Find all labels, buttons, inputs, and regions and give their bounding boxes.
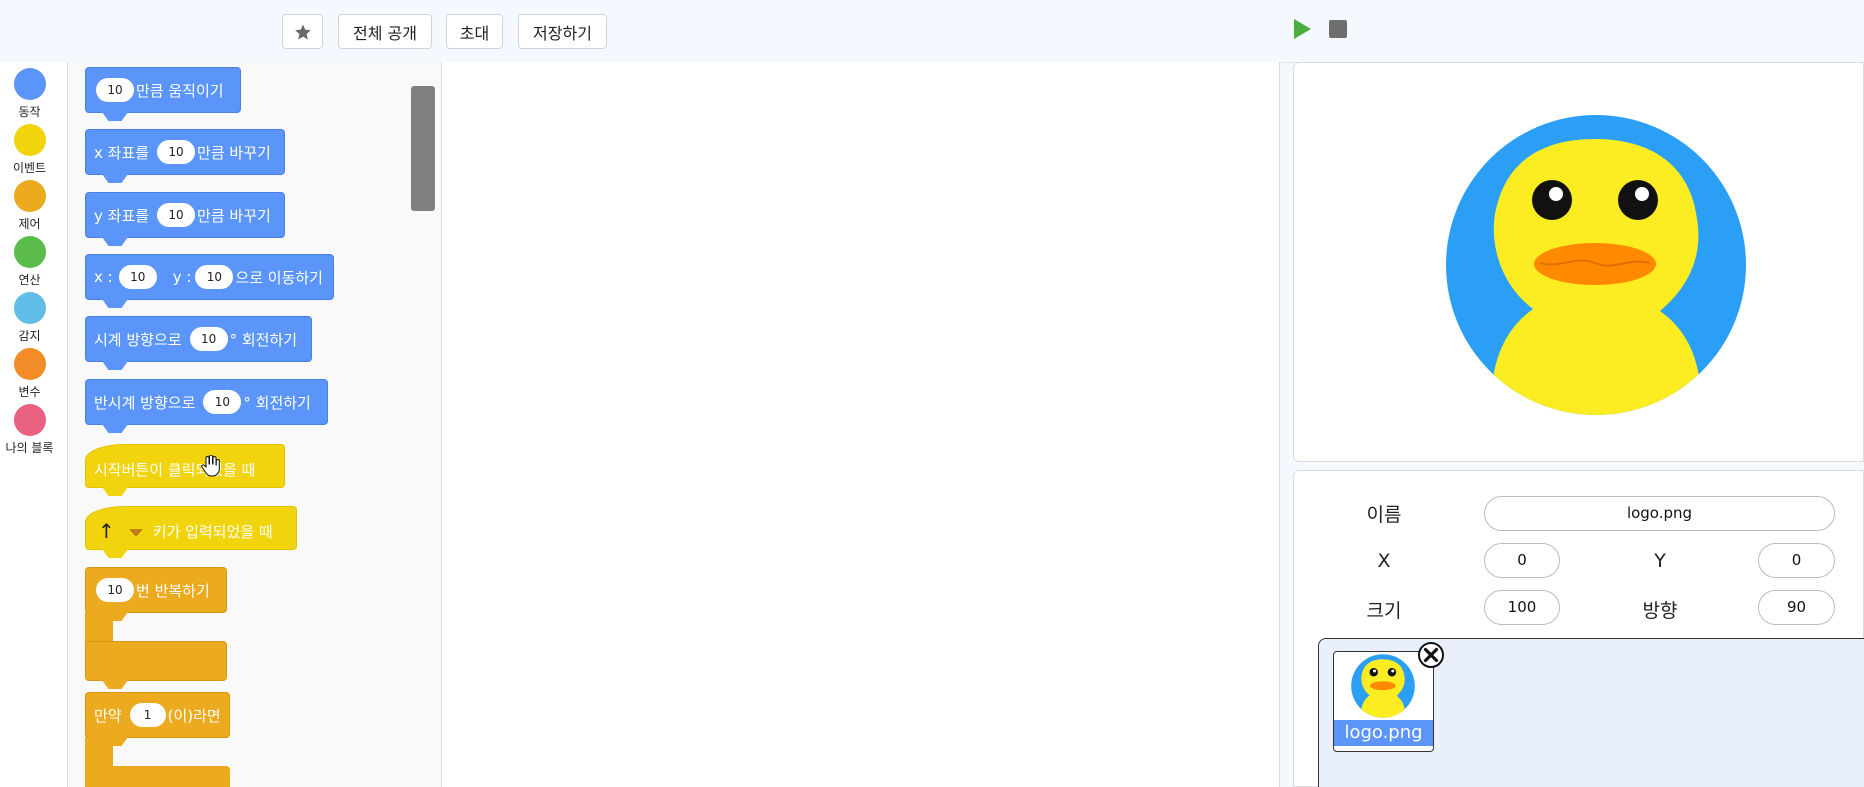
block-turn-clockwise[interactable]: 시계 방향으로 10 ° 회전하기 <box>85 316 312 362</box>
category-event[interactable]: 이벤트 <box>0 124 59 176</box>
if-block-footer <box>85 766 230 787</box>
hand-cursor-icon <box>201 455 220 477</box>
x-label: X <box>1377 550 1391 572</box>
save-button[interactable]: 저장하기 <box>518 14 607 49</box>
operator-color-dot <box>13 236 46 268</box>
stop-icon[interactable] <box>1329 20 1347 38</box>
sprite-thumbnail-name: logo.png <box>1334 720 1433 746</box>
chevron-down-icon[interactable] <box>128 529 143 537</box>
size-label: 크기 <box>1366 600 1402 622</box>
variable-color-dot <box>13 348 46 380</box>
category-label: 나의 블록 <box>5 441 54 455</box>
block-if[interactable]: 만약 1 (이)라면 <box>85 692 230 738</box>
category-sensing[interactable]: 감지 <box>0 292 59 344</box>
sensing-color-dot <box>13 292 46 324</box>
block-text: 반시계 방향으로 <box>94 393 196 412</box>
favorite-button[interactable] <box>282 14 323 49</box>
block-input[interactable]: 1 <box>129 703 166 727</box>
block-input[interactable]: 10 <box>189 327 228 351</box>
key-select-value[interactable]: ↑ <box>98 519 115 543</box>
category-operator[interactable]: 연산 <box>0 236 59 288</box>
category-label: 감지 <box>18 329 41 343</box>
star-icon <box>294 24 311 39</box>
block-text: ° 회전하기 <box>229 330 298 349</box>
block-move[interactable]: 10 만큼 움직이기 <box>85 67 241 113</box>
block-text: 만큼 움직이기 <box>136 81 224 100</box>
block-text: y 좌표를 <box>94 206 150 225</box>
y-field[interactable]: 0 <box>1758 543 1835 578</box>
category-label: 동작 <box>18 105 41 119</box>
block-text: ° 회전하기 <box>243 393 311 412</box>
repeat-block-footer <box>85 641 227 681</box>
block-text: 번 반복하기 <box>136 581 210 600</box>
category-motion[interactable]: 동작 <box>0 68 59 120</box>
y-label: Y <box>1654 550 1666 572</box>
block-turn-counterclockwise[interactable]: 반시계 방향으로 10 ° 회전하기 <box>85 379 328 425</box>
control-color-dot <box>13 180 46 212</box>
motion-color-dot <box>13 68 46 100</box>
block-text: 만큼 바꾸기 <box>197 143 271 162</box>
block-input[interactable]: 10 <box>118 265 157 289</box>
block-change-y[interactable]: y 좌표를 10 만큼 바꾸기 <box>85 192 285 238</box>
size-field[interactable]: 100 <box>1484 590 1560 625</box>
category-label: 연산 <box>18 273 41 287</box>
direction-label: 방향 <box>1642 600 1678 622</box>
category-my-blocks[interactable]: 나의 블록 <box>0 404 59 456</box>
category-list: 동작 이벤트 제어 연산 감지 변수 나의 블록 <box>0 62 68 787</box>
block-input[interactable]: 10 <box>96 578 134 602</box>
category-label: 변수 <box>18 385 41 399</box>
category-label: 이벤트 <box>12 161 47 175</box>
block-text: 시작버튼이 클릭되었을 때 <box>94 460 256 479</box>
duck-thumbnail-image <box>1351 654 1415 718</box>
block-text: 시계 방향으로 <box>94 330 182 349</box>
my-blocks-color-dot <box>13 404 46 436</box>
if-block-arm <box>85 737 113 767</box>
block-text: 만약 <box>94 706 122 725</box>
duck-logo-sprite[interactable] <box>1445 114 1747 416</box>
block-input[interactable]: 10 <box>203 390 242 414</box>
category-control[interactable]: 제어 <box>0 180 59 232</box>
close-circle-icon[interactable] <box>1418 642 1444 668</box>
block-text: x : <box>94 268 113 286</box>
block-text: y : <box>172 268 192 286</box>
direction-field[interactable]: 90 <box>1758 590 1835 625</box>
block-text: 만큼 바꾸기 <box>197 206 271 225</box>
invite-button[interactable]: 초대 <box>446 14 503 49</box>
top-toolbar: 전체 공개 초대 저장하기 <box>0 0 1864 63</box>
palette-scrollbar[interactable] <box>411 86 435 211</box>
block-text: 키가 입력되었을 때 <box>152 522 273 541</box>
x-field[interactable]: 0 <box>1484 543 1560 578</box>
play-icon[interactable] <box>1292 18 1312 40</box>
block-input[interactable]: 10 <box>96 78 134 102</box>
sprite-name-field[interactable]: logo.png <box>1484 496 1835 531</box>
script-canvas[interactable] <box>442 62 1280 787</box>
name-label: 이름 <box>1366 504 1402 526</box>
category-label: 제어 <box>18 217 41 231</box>
block-when-start-clicked[interactable]: 시작버튼이 클릭되었을 때 <box>85 444 285 488</box>
repeat-block-arm <box>85 612 113 642</box>
block-input[interactable]: 10 <box>157 203 196 227</box>
block-text: (이)라면 <box>167 706 221 725</box>
share-all-button[interactable]: 전체 공개 <box>338 14 432 49</box>
block-text: 으로 이동하기 <box>235 268 323 287</box>
block-text: x 좌표를 <box>94 143 150 162</box>
block-input[interactable]: 10 <box>195 265 234 289</box>
block-repeat[interactable]: 10 번 반복하기 <box>85 567 227 613</box>
block-input[interactable]: 10 <box>157 140 196 164</box>
stage-panel[interactable] <box>1293 62 1864 462</box>
category-variable[interactable]: 변수 <box>0 348 59 400</box>
block-change-x[interactable]: x 좌표를 10 만큼 바꾸기 <box>85 129 285 175</box>
block-goto-xy[interactable]: x : 10 y : 10 으로 이동하기 <box>85 254 334 300</box>
event-color-dot <box>13 124 46 156</box>
block-when-key-pressed[interactable]: ↑ 키가 입력되었을 때 <box>85 506 297 550</box>
